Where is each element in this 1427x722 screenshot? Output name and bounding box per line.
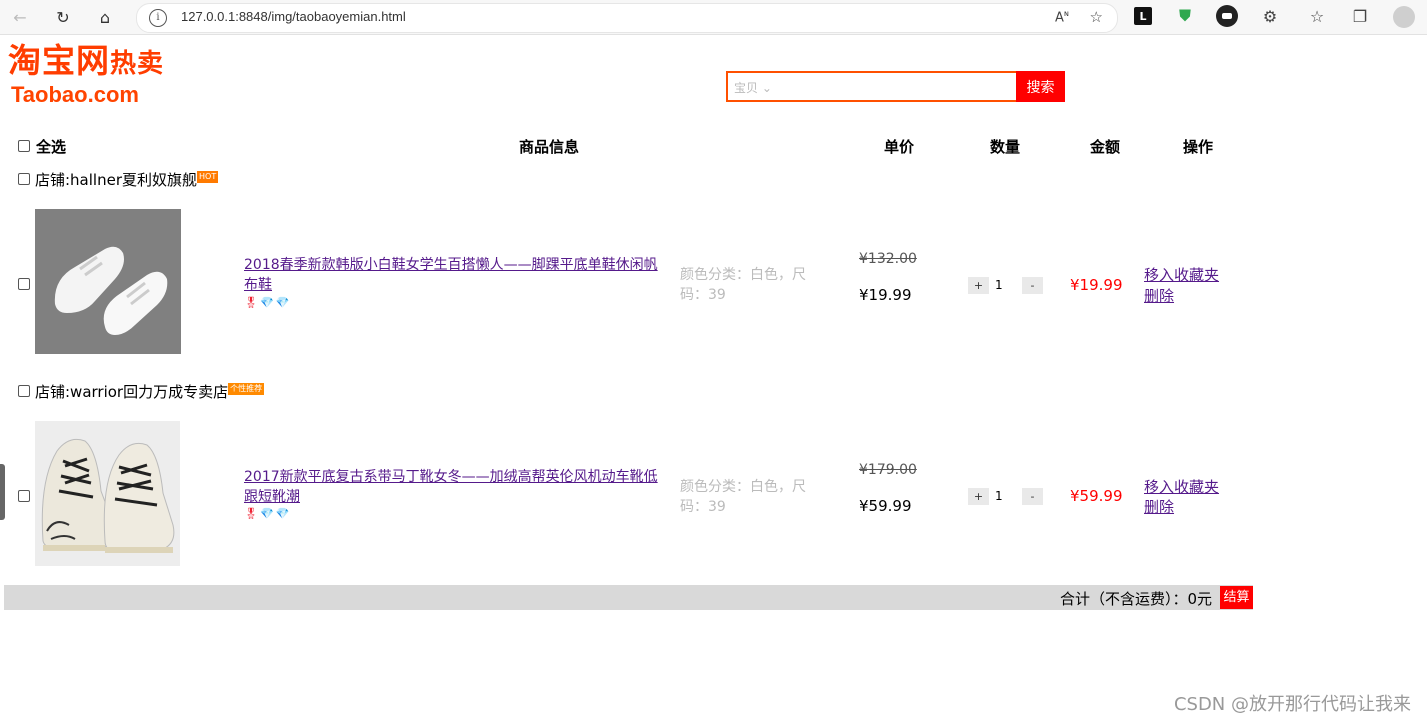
side-panel-handle[interactable] <box>0 464 5 520</box>
product-title-link[interactable]: 2017新款平底复古系带马丁靴女冬——加绒高帮英伦风机动车靴低跟短靴潮 <box>244 467 670 507</box>
unit-price: ¥19.99 <box>859 286 912 304</box>
profile-avatar[interactable] <box>1393 6 1415 28</box>
refresh-icon[interactable]: ↻ <box>52 6 74 28</box>
diamond-icon: 💎 <box>259 507 276 520</box>
puzzle-icon[interactable]: ⚙ <box>1261 7 1279 26</box>
quantity-value[interactable]: 1 <box>995 489 1003 503</box>
back-icon[interactable]: ← <box>9 6 31 28</box>
extension-icon[interactable] <box>1216 5 1238 27</box>
watermark: CSDN @放开那行代码让我来 <box>1173 694 1411 715</box>
home-icon[interactable]: ⌂ <box>94 6 116 28</box>
browser-toolbar: ← ↻ ⌂ i 127.0.0.1:8848/img/taobaoyemian.… <box>0 0 1427 35</box>
select-all-checkbox[interactable] <box>18 140 30 152</box>
decrease-quantity-button[interactable]: - <box>1022 277 1043 294</box>
original-price: ¥179.00 <box>859 462 917 478</box>
shop-checkbox[interactable] <box>18 173 30 185</box>
search-input[interactable]: 宝贝 ⌄ <box>726 71 1018 102</box>
move-to-favorites-link[interactable]: 移入收藏夹 <box>1144 265 1219 285</box>
seller-badge-icons: 🎖💎💎 <box>244 296 291 309</box>
extension-l-icon[interactable]: L <box>1134 7 1152 25</box>
decrease-quantity-button[interactable]: - <box>1022 488 1043 505</box>
item-amount: ¥19.99 <box>1070 276 1123 294</box>
chevron-down-icon: ⌄ <box>761 81 772 95</box>
shop-name: 店铺:warrior回力万成专卖店 个性推荐 <box>35 383 265 401</box>
quantity-value[interactable]: 1 <box>995 278 1003 292</box>
item-amount: ¥59.99 <box>1070 487 1123 505</box>
address-bar[interactable]: i 127.0.0.1:8848/img/taobaoyemian.html A… <box>136 3 1118 33</box>
favorites-icon[interactable]: ☆ <box>1308 7 1326 26</box>
item-checkbox[interactable] <box>18 490 30 502</box>
hot-badge: HOT <box>197 171 219 183</box>
collections-icon[interactable]: ❐ <box>1351 7 1369 26</box>
shield-icon[interactable]: ⛊ <box>1176 6 1194 25</box>
product-image[interactable] <box>35 421 180 566</box>
search-button[interactable]: 搜索 <box>1016 71 1065 102</box>
search-category[interactable]: 宝贝 ⌄ <box>734 79 772 96</box>
product-title-link[interactable]: 2018春季新款韩版小白鞋女学生百搭懒人——脚踝平底单鞋休闲帆布鞋 <box>244 255 670 295</box>
recommend-badge: 个性推荐 <box>228 383 265 395</box>
seller-badge-icons: 🎖💎💎 <box>244 507 291 520</box>
item-checkbox[interactable] <box>18 278 30 290</box>
url-text[interactable]: 127.0.0.1:8848/img/taobaoyemian.html <box>181 9 406 24</box>
header-action: 操作 <box>1183 138 1214 156</box>
select-all-label: 全选 <box>36 138 67 156</box>
total-text: 合计（不含运费）：0元 <box>1059 590 1212 608</box>
checkout-button[interactable]: 结算 <box>1220 586 1253 609</box>
increase-quantity-button[interactable]: + <box>968 277 989 294</box>
taobao-logo[interactable]: 淘宝网热卖 Taobao.com <box>8 42 218 108</box>
delete-link[interactable]: 删除 <box>1144 497 1174 517</box>
original-price: ¥132.00 <box>859 251 917 267</box>
header-unit-price: 单价 <box>884 138 915 156</box>
diamond-icon: 💎 <box>259 296 276 309</box>
header-quantity: 数量 <box>990 138 1021 156</box>
diamond-icon: 💎 <box>275 296 292 309</box>
logo-cn: 淘宝网 <box>8 41 110 80</box>
logo-suffix: 热卖 <box>110 49 165 79</box>
search-bar: 宝贝 ⌄ 搜索 <box>726 71 1065 102</box>
info-icon[interactable]: i <box>149 9 167 27</box>
diamond-icon: 💎 <box>275 507 292 520</box>
increase-quantity-button[interactable]: + <box>968 488 989 505</box>
shop-name: 店铺:hallner夏利奴旗舰 HOT <box>35 171 219 189</box>
product-spec: 颜色分类：白色，尺码：39 <box>680 479 806 515</box>
move-to-favorites-link[interactable]: 移入收藏夹 <box>1144 477 1219 497</box>
shop-checkbox[interactable] <box>18 385 30 397</box>
read-aloud-icon[interactable]: Aɴ <box>1055 9 1069 25</box>
header-info: 商品信息 <box>519 138 580 156</box>
medal-icon: 🎖 <box>244 507 260 520</box>
product-spec: 颜色分类：白色，尺码：39 <box>680 267 806 303</box>
product-image[interactable] <box>35 209 181 354</box>
logo-en: Taobao.com <box>11 82 139 107</box>
medal-icon: 🎖 <box>244 296 260 309</box>
favorite-star-icon[interactable]: ☆ <box>1090 8 1103 26</box>
unit-price: ¥59.99 <box>859 497 912 515</box>
delete-link[interactable]: 删除 <box>1144 286 1174 306</box>
header-amount: 金额 <box>1090 138 1121 156</box>
cart-footer: 合计（不含运费）：0元 结算 <box>4 585 1253 610</box>
